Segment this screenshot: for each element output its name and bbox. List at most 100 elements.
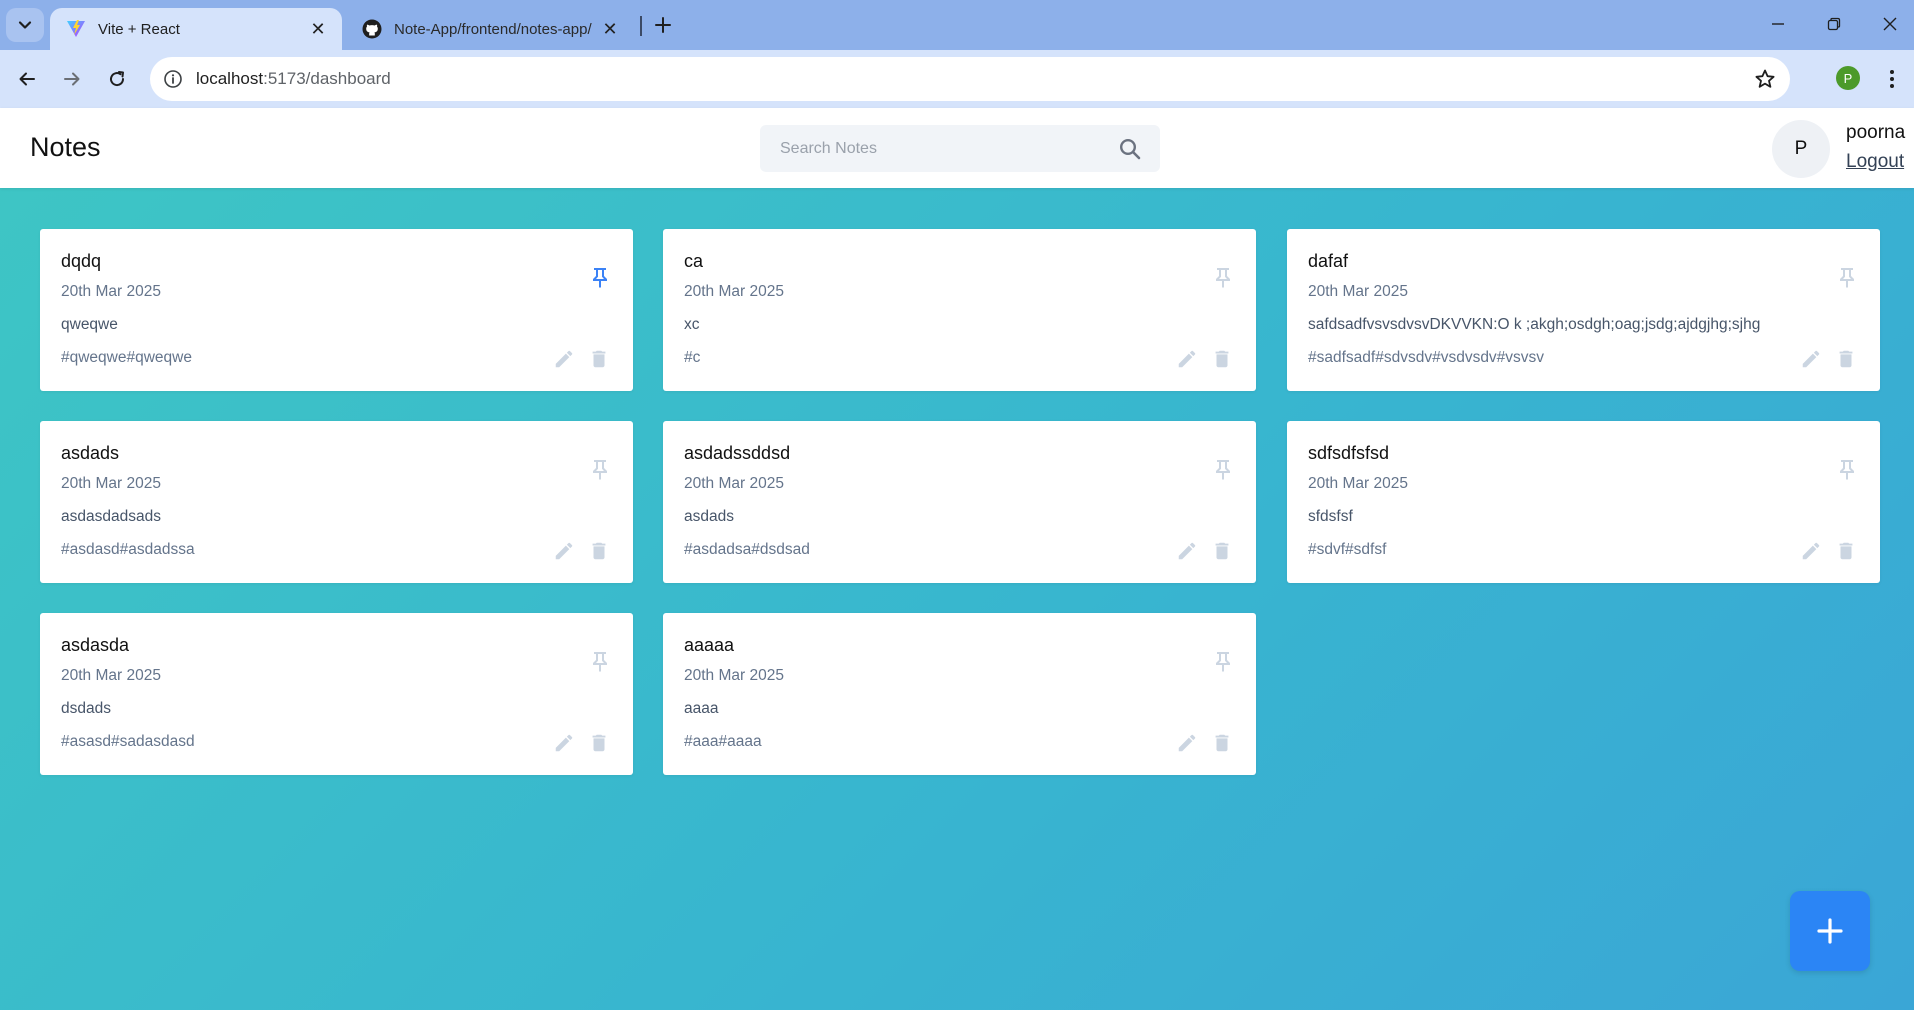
- delete-icon[interactable]: [588, 540, 610, 562]
- note-date: 20th Mar 2025: [684, 475, 784, 492]
- tab-search-button[interactable]: [6, 8, 44, 42]
- more-vertical-icon: [1890, 70, 1894, 88]
- site-info-icon[interactable]: [162, 68, 184, 90]
- note-content: aaaa: [684, 700, 719, 717]
- add-note-button[interactable]: [1790, 891, 1870, 971]
- browser-toolbar: localhost:5173/dashboard P: [0, 50, 1914, 108]
- plus-icon: [1817, 918, 1843, 944]
- note-date: 20th Mar 2025: [61, 283, 161, 300]
- note-tags: #qweqwe#qweqwe: [61, 349, 192, 366]
- url-host: localhost: [196, 69, 264, 88]
- app-root: Notes P poorna Logout dqdq 20th Mar 2025…: [0, 108, 1914, 1010]
- note-date: 20th Mar 2025: [1308, 475, 1408, 492]
- url-text[interactable]: localhost:5173/dashboard: [196, 69, 391, 89]
- user-avatar: P: [1772, 120, 1830, 178]
- edit-icon[interactable]: [1176, 348, 1198, 370]
- bookmark-star-icon[interactable]: [1754, 68, 1776, 90]
- search-icon[interactable]: [1118, 137, 1142, 161]
- note-title: aaaaa: [684, 635, 735, 655]
- user-name: poorna: [1846, 122, 1906, 143]
- tab-title: Note-App/frontend/notes-app/: [394, 20, 592, 38]
- note-date: 20th Mar 2025: [684, 667, 784, 684]
- app-title: Notes: [30, 132, 101, 162]
- forward-button[interactable]: [55, 62, 89, 96]
- restore-button[interactable]: [1806, 0, 1862, 48]
- note-content: asdasdadsads: [61, 508, 161, 525]
- app-navbar: Notes P poorna Logout: [0, 108, 1914, 188]
- logout-button[interactable]: Logout: [1846, 151, 1904, 173]
- note-card[interactable]: asdasda 20th Mar 2025 dsdads #asasd#sada…: [40, 613, 633, 775]
- pin-icon[interactable]: [588, 457, 612, 481]
- minimize-button[interactable]: [1750, 0, 1806, 48]
- note-title: dqdq: [61, 251, 102, 271]
- minimize-icon: [1772, 23, 1784, 25]
- browser-tab-active[interactable]: Vite + React ✕: [50, 8, 342, 50]
- delete-icon[interactable]: [1211, 540, 1233, 562]
- vite-logo-icon: [67, 20, 85, 37]
- delete-icon[interactable]: [1211, 732, 1233, 754]
- github-logo-icon: [362, 19, 382, 39]
- pin-icon[interactable]: [588, 649, 612, 673]
- delete-icon[interactable]: [1835, 348, 1857, 370]
- pin-icon[interactable]: [588, 265, 612, 289]
- note-card[interactable]: aaaaa 20th Mar 2025 aaaa #aaa#aaaa: [663, 613, 1256, 775]
- note-date: 20th Mar 2025: [61, 475, 161, 492]
- note-date: 20th Mar 2025: [684, 283, 784, 300]
- search-input[interactable]: [780, 139, 1100, 158]
- chevron-down-icon: [18, 21, 32, 29]
- note-title: asdads: [61, 443, 120, 463]
- note-date: 20th Mar 2025: [61, 667, 161, 684]
- pin-icon[interactable]: [1211, 457, 1235, 481]
- tab-title: Vite + React: [98, 20, 180, 38]
- url-path: :5173/dashboard: [263, 69, 391, 88]
- reload-button[interactable]: [100, 62, 134, 96]
- note-content: dsdads: [61, 700, 111, 717]
- pin-icon[interactable]: [1835, 457, 1859, 481]
- edit-icon[interactable]: [1800, 540, 1822, 562]
- note-card[interactable]: dqdq 20th Mar 2025 qweqwe #qweqwe#qweqwe: [40, 229, 633, 391]
- reload-icon: [110, 71, 125, 87]
- back-button[interactable]: [10, 62, 44, 96]
- close-icon: [1883, 17, 1897, 31]
- note-card[interactable]: asdadssddsd 20th Mar 2025 asdads #asdads…: [663, 421, 1256, 583]
- browser-tab-inactive[interactable]: Note-App/frontend/notes-app/ ✕: [346, 8, 634, 50]
- note-card[interactable]: dafaf 20th Mar 2025 safdsadfvsvsdvsvDKVV…: [1287, 229, 1880, 391]
- note-tags: #aaa#aaaa: [684, 733, 762, 750]
- edit-icon[interactable]: [553, 348, 575, 370]
- note-content: safdsadfvsvsdvsvDKVVKN:O k ;akgh;osdgh;o…: [1308, 316, 1761, 333]
- note-content: xc: [684, 316, 700, 333]
- pin-icon[interactable]: [1211, 265, 1235, 289]
- search-bar: [760, 125, 1160, 172]
- edit-icon[interactable]: [1176, 540, 1198, 562]
- delete-icon[interactable]: [1211, 348, 1233, 370]
- note-title: sdfsdfsfsd: [1308, 443, 1390, 463]
- delete-icon[interactable]: [1835, 540, 1857, 562]
- close-tab-icon[interactable]: ✕: [308, 19, 328, 39]
- pin-icon[interactable]: [1211, 649, 1235, 673]
- note-tags: #sdvf#sdfsf: [1308, 541, 1387, 558]
- note-content: qweqwe: [61, 316, 118, 333]
- new-tab-button[interactable]: [648, 10, 678, 40]
- close-window-button[interactable]: [1862, 0, 1914, 48]
- edit-icon[interactable]: [553, 540, 575, 562]
- address-bar[interactable]: localhost:5173/dashboard: [150, 57, 1790, 101]
- note-tags: #asdadsa#dsdsad: [684, 541, 810, 558]
- note-card[interactable]: ca 20th Mar 2025 xc #c: [663, 229, 1256, 391]
- edit-icon[interactable]: [553, 732, 575, 754]
- browser-profile-avatar[interactable]: P: [1836, 66, 1860, 90]
- edit-icon[interactable]: [1176, 732, 1198, 754]
- tab-separator: [640, 16, 642, 36]
- browser-menu-button[interactable]: [1880, 64, 1904, 94]
- note-tags: #asdasd#asdadssa: [61, 541, 195, 558]
- note-card[interactable]: sdfsdfsfsd 20th Mar 2025 sfdsfsf #sdvf#s…: [1287, 421, 1880, 583]
- pin-icon[interactable]: [1835, 265, 1859, 289]
- note-card[interactable]: asdads 20th Mar 2025 asdasdadsads #asdas…: [40, 421, 633, 583]
- note-date: 20th Mar 2025: [1308, 283, 1408, 300]
- delete-icon[interactable]: [588, 732, 610, 754]
- note-title: asdadssddsd: [684, 443, 791, 463]
- note-content: asdads: [684, 508, 734, 525]
- edit-icon[interactable]: [1800, 348, 1822, 370]
- close-tab-icon[interactable]: ✕: [600, 19, 620, 39]
- delete-icon[interactable]: [588, 348, 610, 370]
- arrow-left-icon: [19, 72, 35, 86]
